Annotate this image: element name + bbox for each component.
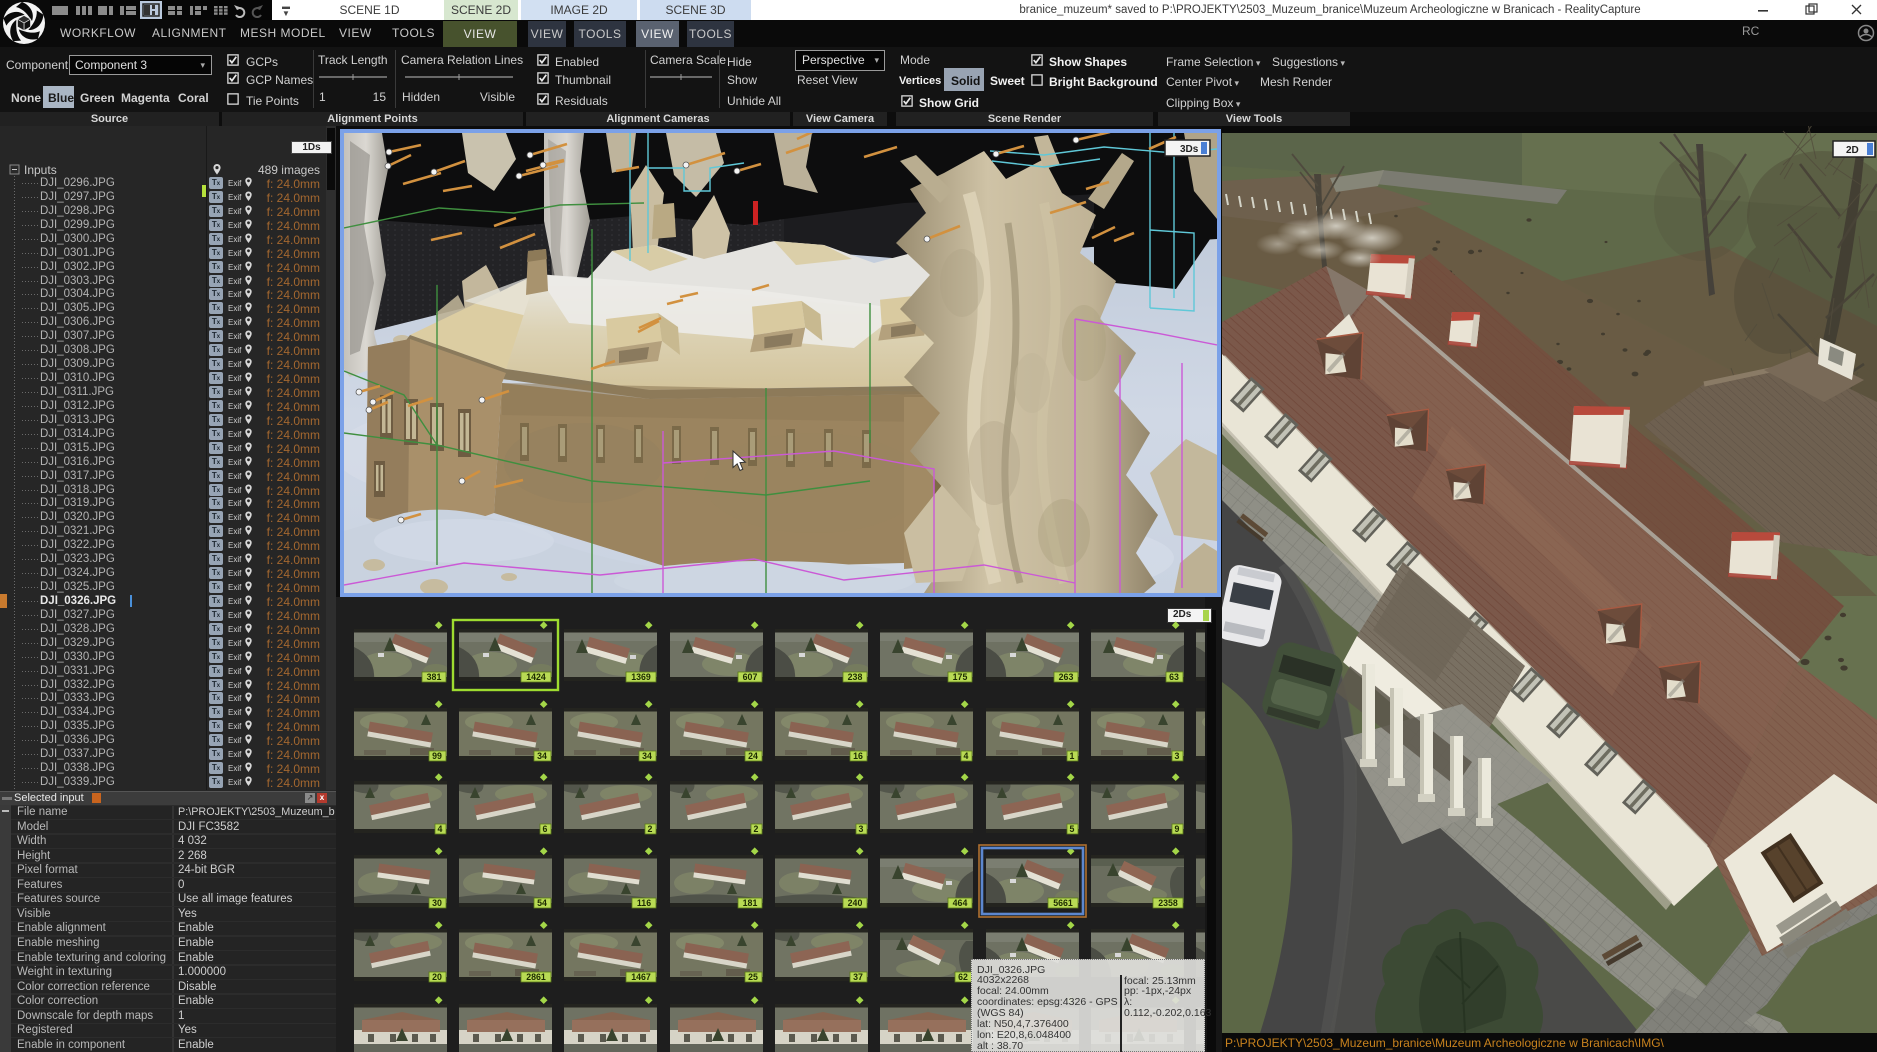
svg-text:34: 34: [537, 751, 547, 761]
svg-text:2861: 2861: [526, 972, 546, 982]
svg-text:381: 381: [427, 672, 442, 682]
svg-text:464: 464: [953, 898, 968, 908]
svg-text:3Ds: 3Ds: [1180, 144, 1199, 155]
svg-text:16: 16: [853, 751, 863, 761]
svg-text:37: 37: [853, 972, 863, 982]
svg-text:63: 63: [1169, 672, 1179, 682]
svg-text:607: 607: [743, 672, 758, 682]
svg-text:62: 62: [958, 972, 968, 982]
svg-text:99: 99: [432, 751, 442, 761]
svg-text:54: 54: [537, 898, 547, 908]
svg-text:2D: 2D: [1846, 145, 1859, 156]
svg-text:1: 1: [1070, 751, 1075, 761]
svg-text:1467: 1467: [631, 972, 651, 982]
svg-text:3: 3: [1175, 751, 1180, 761]
svg-text:2: 2: [648, 824, 653, 834]
svg-text:1369: 1369: [631, 672, 651, 682]
svg-text:34: 34: [642, 751, 652, 761]
svg-text:9: 9: [1175, 824, 1180, 834]
svg-text:5661: 5661: [1053, 898, 1073, 908]
svg-text:4: 4: [964, 751, 969, 761]
svg-text:20: 20: [432, 972, 442, 982]
svg-text:175: 175: [953, 672, 968, 682]
svg-text:181: 181: [743, 898, 758, 908]
svg-text:4: 4: [438, 824, 443, 834]
svg-text:116: 116: [637, 898, 651, 908]
svg-text:5: 5: [1070, 824, 1075, 834]
svg-text:6: 6: [543, 824, 548, 834]
svg-text:2: 2: [754, 824, 759, 834]
svg-text:240: 240: [848, 898, 863, 908]
svg-text:30: 30: [432, 898, 442, 908]
svg-text:P:\PROJEKTY\2503_Muzeum_branic: P:\PROJEKTY\2503_Muzeum_branice\Muzeum A…: [1225, 1036, 1665, 1050]
svg-text:263: 263: [1059, 672, 1074, 682]
svg-text:2358: 2358: [1158, 898, 1178, 908]
svg-text:24: 24: [748, 751, 758, 761]
svg-text:25: 25: [748, 972, 758, 982]
svg-text:1424: 1424: [526, 672, 546, 682]
svg-text:3: 3: [859, 824, 864, 834]
svg-text:238: 238: [848, 672, 863, 682]
